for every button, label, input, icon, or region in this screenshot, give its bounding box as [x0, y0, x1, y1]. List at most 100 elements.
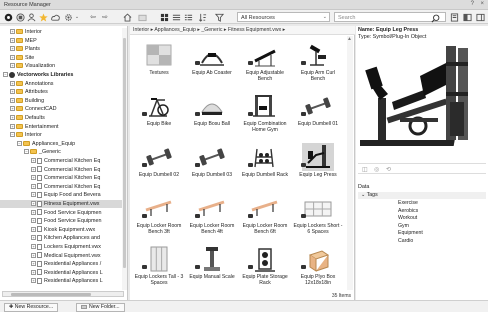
resource-item[interactable]: Equip Manual Scale: [187, 242, 237, 294]
tree-item[interactable]: + Commercial Kitchen Eq: [0, 174, 122, 182]
tree-item[interactable]: + Annotations: [0, 80, 122, 88]
resource-item[interactable]: Equip Bike: [134, 89, 184, 141]
tree-item[interactable]: + Commercial Kitchen Eq: [0, 157, 122, 165]
tree-item[interactable]: + Kiosk Equipment.vwx: [0, 226, 122, 234]
resource-item[interactable]: Equip Lockers Short - 6 Spaces: [293, 191, 343, 243]
expand-icon[interactable]: +: [31, 158, 36, 164]
tree-item[interactable]: + Interior: [0, 28, 122, 36]
resource-item[interactable]: Equip Lockers Tall - 3 Spaces: [134, 242, 184, 294]
tree-item[interactable]: + Visualization: [0, 62, 122, 70]
expand-icon[interactable]: +: [31, 175, 36, 181]
tree-item[interactable]: + Residential Appliances /: [0, 260, 122, 268]
grid-view-icon[interactable]: [159, 12, 169, 22]
expand-icon[interactable]: +: [31, 209, 36, 215]
tree-item[interactable]: + Kitchen Appliances and: [0, 234, 122, 242]
expand-icon[interactable]: +: [10, 29, 15, 35]
back-icon[interactable]: ⇦: [88, 12, 98, 22]
resource-item[interactable]: Equip Bosu Ball: [187, 89, 237, 141]
resource-item[interactable]: Equip Ab Coaster: [187, 38, 237, 90]
tree-item[interactable]: + Lockers Equipment.vwx: [0, 243, 122, 251]
expand-icon[interactable]: +: [10, 89, 15, 95]
horizontal-scrollbar[interactable]: [2, 291, 124, 297]
expand-icon[interactable]: +: [10, 115, 15, 121]
tree-item[interactable]: + Medical Equipment.vwx: [0, 252, 122, 260]
expand-icon[interactable]: +: [31, 166, 36, 172]
expand-icon[interactable]: +: [31, 183, 36, 189]
expand-icon[interactable]: +: [31, 201, 36, 207]
tree-item[interactable]: + Defaults: [0, 114, 122, 122]
expand-icon[interactable]: +: [10, 97, 15, 103]
tree-item[interactable]: + ConnectCAD: [0, 105, 122, 113]
resource-item[interactable]: Equip Dumbell 03: [187, 140, 237, 192]
collapse-icon[interactable]: −: [10, 132, 15, 138]
resource-item[interactable]: Equip Dumbell 02: [134, 140, 184, 192]
expand-icon[interactable]: +: [10, 46, 15, 52]
person-icon[interactable]: [26, 12, 36, 22]
expand-icon[interactable]: +: [31, 252, 36, 258]
tree-item[interactable]: + Food Service Equipmen: [0, 209, 122, 217]
tree-item[interactable]: + Building: [0, 97, 122, 105]
library-icon[interactable]: [3, 12, 13, 22]
expand-icon[interactable]: +: [31, 218, 36, 224]
tree-item[interactable]: + Attributes: [0, 88, 122, 96]
collapse-icon[interactable]: −: [24, 149, 29, 155]
forward-icon[interactable]: ⇨: [100, 12, 110, 22]
cloud-icon[interactable]: [50, 12, 60, 22]
split-view-icon[interactable]: [462, 12, 472, 22]
preview-pane-icon[interactable]: [475, 12, 485, 22]
expand-icon[interactable]: +: [31, 278, 36, 284]
resource-item[interactable]: Equip Plyo Box 12x18x18in: [293, 242, 343, 294]
expand-icon[interactable]: +: [31, 226, 36, 232]
expand-icon[interactable]: +: [31, 261, 36, 267]
breadcrumb[interactable]: Interior ▸ Appliances_Equip ▸ _Generic ▸…: [130, 26, 355, 35]
expand-icon[interactable]: +: [10, 106, 15, 112]
expand-icon[interactable]: +: [10, 54, 15, 60]
expand-icon[interactable]: +: [10, 80, 15, 86]
tree-item[interactable]: + Residential Appliances L: [0, 277, 122, 285]
resource-item[interactable]: Textures: [134, 38, 184, 90]
folder-view-icon[interactable]: [137, 12, 147, 22]
resource-item[interactable]: Equip Locker Room Bench 4ft: [187, 191, 237, 243]
tree-item[interactable]: + Commercial Kitchen Eq: [0, 183, 122, 191]
resource-item[interactable]: Equip Locker Room Bench 3ft: [134, 191, 184, 243]
rotate-icon[interactable]: ⟲: [386, 166, 391, 173]
chevron-down-icon[interactable]: ⌄: [72, 12, 82, 22]
tree-item[interactable]: + Commercial Kitchen Eq: [0, 166, 122, 174]
vertical-scrollbar[interactable]: [122, 28, 127, 290]
tree-item[interactable]: − _Generic: [0, 148, 122, 156]
expand-icon[interactable]: +: [31, 192, 36, 198]
help-button[interactable]: ?: [471, 1, 474, 7]
tree-item[interactable]: + Equip Food and Bevera: [0, 191, 122, 199]
filter-icon[interactable]: [214, 12, 224, 22]
resource-type-select[interactable]: All Resources ⌄: [237, 12, 330, 22]
resource-item[interactable]: Equip Dumbell 01: [293, 89, 343, 141]
resource-item[interactable]: Equip Adjustable Bench: [240, 38, 290, 90]
new-resource-button[interactable]: ✚ New Resource...: [4, 303, 59, 312]
tree-item[interactable]: + Food Service Equipmen: [0, 217, 122, 225]
resource-item[interactable]: Equip Plate Storage Rack: [240, 242, 290, 294]
new-folder-button[interactable]: New Folder...: [76, 303, 125, 312]
view-icon[interactable]: ◎: [374, 166, 379, 173]
favorites-icon[interactable]: [38, 12, 48, 22]
expand-icon[interactable]: +: [31, 235, 36, 241]
tree-item[interactable]: + Site: [0, 54, 122, 62]
expand-icon[interactable]: +: [31, 244, 36, 250]
resource-item[interactable]: Equip Leg Press: [293, 140, 343, 192]
tree-item[interactable]: + Fitness Equipment.vwx: [0, 200, 122, 208]
tree-item[interactable]: − Appliances_Equip: [0, 140, 122, 148]
close-button[interactable]: ×: [480, 1, 484, 7]
expand-icon[interactable]: +: [10, 63, 15, 69]
resource-item[interactable]: Equip Dumbell Rack: [240, 140, 290, 192]
tree-item[interactable]: − Vectorworks Libraries: [0, 71, 122, 79]
detail-view-icon[interactable]: [183, 12, 193, 22]
search-icon[interactable]: [430, 13, 440, 23]
home-icon[interactable]: [122, 12, 132, 22]
tags-row[interactable]: ⌄ Tags: [358, 192, 486, 199]
list-view-icon[interactable]: [171, 12, 181, 22]
collapse-icon[interactable]: −: [3, 72, 8, 78]
chevron-up-icon[interactable]: ▲: [347, 36, 352, 42]
tree-item[interactable]: + Residential Appliances L: [0, 269, 122, 277]
render-mode-icon[interactable]: ◫: [362, 166, 368, 173]
scrollbar-thumb[interactable]: [123, 38, 126, 268]
scrollbar-thumb[interactable]: [11, 293, 91, 296]
